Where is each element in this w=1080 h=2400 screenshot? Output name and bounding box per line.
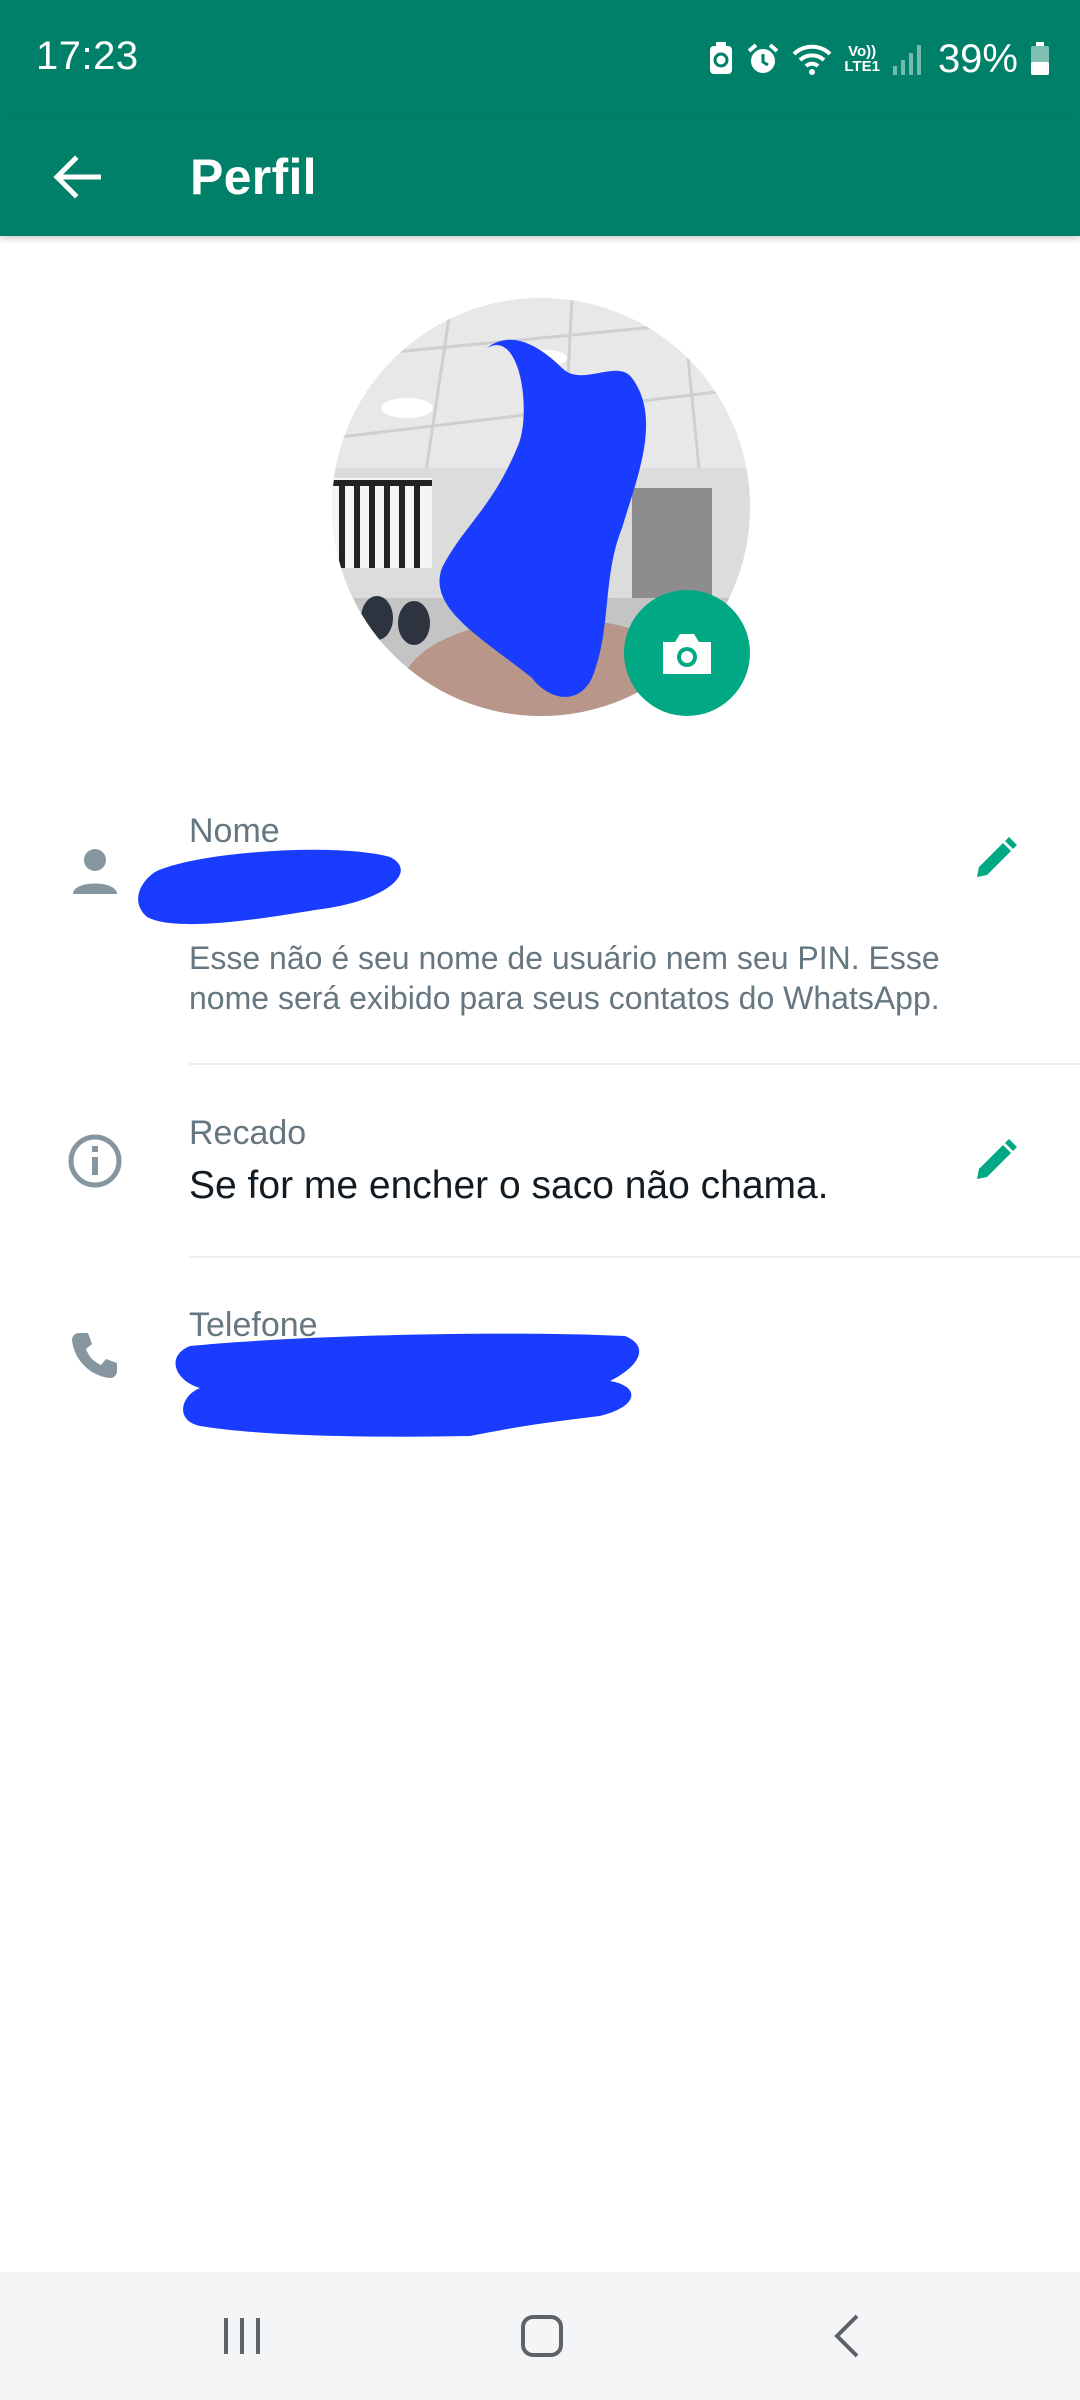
pencil-icon [977, 837, 1017, 877]
status-bar: 17:23 Vo)) LTE1 39% [0, 0, 1080, 118]
battery-saver-icon [708, 42, 734, 76]
status-icons: Vo)) LTE1 39% [708, 34, 1050, 84]
phone-icon [60, 1320, 130, 1390]
home-button[interactable] [482, 2296, 602, 2376]
camera-icon [663, 634, 711, 674]
wifi-icon [792, 42, 832, 76]
name-value-redacted [138, 849, 401, 925]
person-icon [60, 836, 130, 906]
about-value: Se for me encher o saco não chama. [189, 1164, 829, 1207]
recent-apps-button[interactable] [182, 2296, 302, 2376]
home-icon [521, 2315, 563, 2357]
edit-name-button[interactable] [958, 822, 1032, 896]
edit-about-button[interactable] [958, 1124, 1032, 1198]
about-row[interactable]: Recado Se for me encher o saco não chama… [0, 1100, 1080, 1250]
system-nav-bar [0, 2272, 1080, 2400]
battery-percent: 39% [937, 36, 1018, 81]
back-icon [834, 2314, 859, 2358]
page-title: Perfil [190, 149, 317, 205]
change-photo-button[interactable] [624, 590, 750, 716]
info-icon [60, 1126, 130, 1196]
name-row[interactable]: Nome Esse não é seu nome de usuário nem … [0, 800, 1080, 1070]
back-nav-button[interactable] [786, 2296, 906, 2376]
about-label: Recado [189, 1114, 307, 1152]
volte-label-bottom: LTE1 [844, 58, 880, 75]
app-bar: Perfil [0, 118, 1080, 236]
alarm-icon [746, 42, 780, 76]
signal-icon [892, 42, 922, 76]
volte-icon: Vo)) LTE1 [844, 44, 880, 74]
divider [189, 1063, 1080, 1065]
pencil-icon [977, 1139, 1017, 1179]
phone-row: Telefone [0, 1290, 1080, 1450]
battery-icon [1030, 42, 1050, 76]
name-hint: Esse não é seu nome de usuário nem seu P… [189, 940, 940, 1016]
phone-value-redacted [175, 1333, 640, 1437]
status-time: 17:23 [36, 34, 139, 78]
volte-label-top: Vo)) [848, 43, 877, 60]
back-button[interactable] [40, 140, 114, 214]
recent-apps-icon [224, 2318, 260, 2354]
profile-photo-container [332, 298, 750, 716]
arrow-left-icon [53, 155, 101, 199]
divider [189, 1256, 1080, 1258]
